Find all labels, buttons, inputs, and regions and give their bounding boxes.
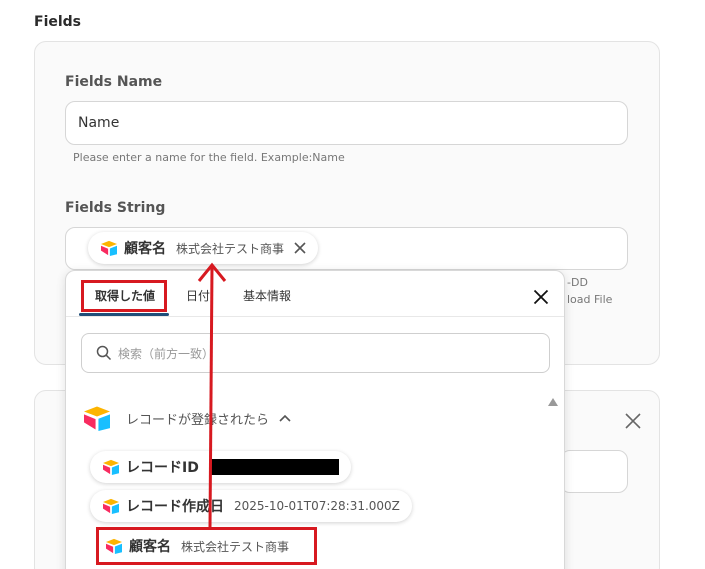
airtable-icon xyxy=(103,459,119,475)
tab-date[interactable]: 日付 xyxy=(186,287,210,304)
item-value: 2025-10-01T07:28:31.000Z xyxy=(234,499,400,513)
item-name: レコード作成日 xyxy=(126,499,224,515)
highlight-box-tab xyxy=(81,280,167,312)
value-chip[interactable]: 顧客名 株式会社テスト商事 xyxy=(88,232,319,264)
close-icon[interactable] xyxy=(622,410,644,432)
fields-name-label: Fields Name xyxy=(65,74,163,90)
active-tab-underline xyxy=(79,313,169,316)
airtable-icon xyxy=(106,538,122,554)
fields-string-hint-1: -DD xyxy=(567,276,588,289)
airtable-icon xyxy=(103,498,119,514)
field-2-input[interactable] xyxy=(560,450,628,493)
list-item[interactable]: レコード作成日 2025-10-01T07:28:31.000Z xyxy=(90,490,412,522)
tab-basic-info[interactable]: 基本情報 xyxy=(243,287,291,304)
item-name: 顧客名 xyxy=(129,539,171,555)
item-value: 株式会社テスト商事 xyxy=(181,539,290,554)
close-icon[interactable] xyxy=(530,286,552,308)
scroll-up-icon[interactable] xyxy=(548,391,558,410)
popup-tabs: 取得した値 日付 基本情報 xyxy=(66,271,564,317)
list-item[interactable]: レコードID xyxy=(90,451,351,483)
fields-name-hint: Please enter a name for the field. Examp… xyxy=(73,151,345,164)
item-name: レコードID xyxy=(126,460,199,476)
fields-string-label: Fields String xyxy=(65,200,166,216)
chip-value: 株式会社テスト商事 xyxy=(176,241,285,256)
airtable-icon xyxy=(101,240,117,256)
chevron-up-icon xyxy=(279,414,291,422)
redacted-value xyxy=(208,459,339,475)
search-placeholder: 検索（前方一致） xyxy=(118,346,215,361)
airtable-icon xyxy=(84,406,110,431)
fields-name-input[interactable]: Name xyxy=(65,101,628,145)
fields-name-value: Name xyxy=(78,115,120,131)
search-input[interactable]: 検索（前方一致） xyxy=(81,333,550,373)
group-header[interactable]: レコードが登録されたら xyxy=(82,405,291,431)
search-icon xyxy=(96,345,112,361)
list-item[interactable]: 顧客名 株式会社テスト商事 xyxy=(96,527,317,565)
group-label: レコードが登録されたら xyxy=(126,412,270,428)
chip-name: 顧客名 xyxy=(124,241,166,257)
fields-string-hint-2: load File xyxy=(567,293,613,306)
section-title: Fields xyxy=(34,14,82,30)
close-icon[interactable] xyxy=(294,242,306,254)
value-picker-popup: 取得した値 日付 基本情報 検索（前方一致） レコードが登録されたら xyxy=(65,270,565,569)
